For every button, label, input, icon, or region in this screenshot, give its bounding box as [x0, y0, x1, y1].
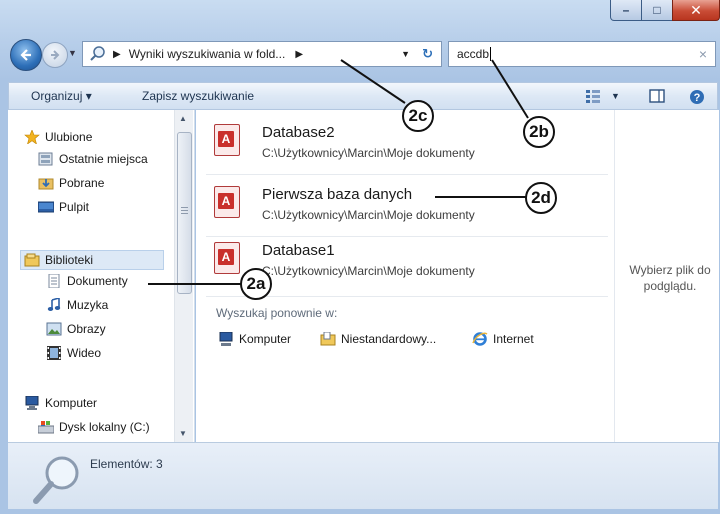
callout-lines: [148, 59, 529, 285]
explorer-window: – □ ✕ ▼ ▶ Wyniki wyszukiwania w fold... …: [0, 0, 720, 514]
callout-2c: 2c: [402, 100, 434, 132]
callout-2d: 2d: [525, 182, 557, 214]
callout-2b: 2b: [523, 116, 555, 148]
callout-2a: 2a: [240, 268, 272, 300]
